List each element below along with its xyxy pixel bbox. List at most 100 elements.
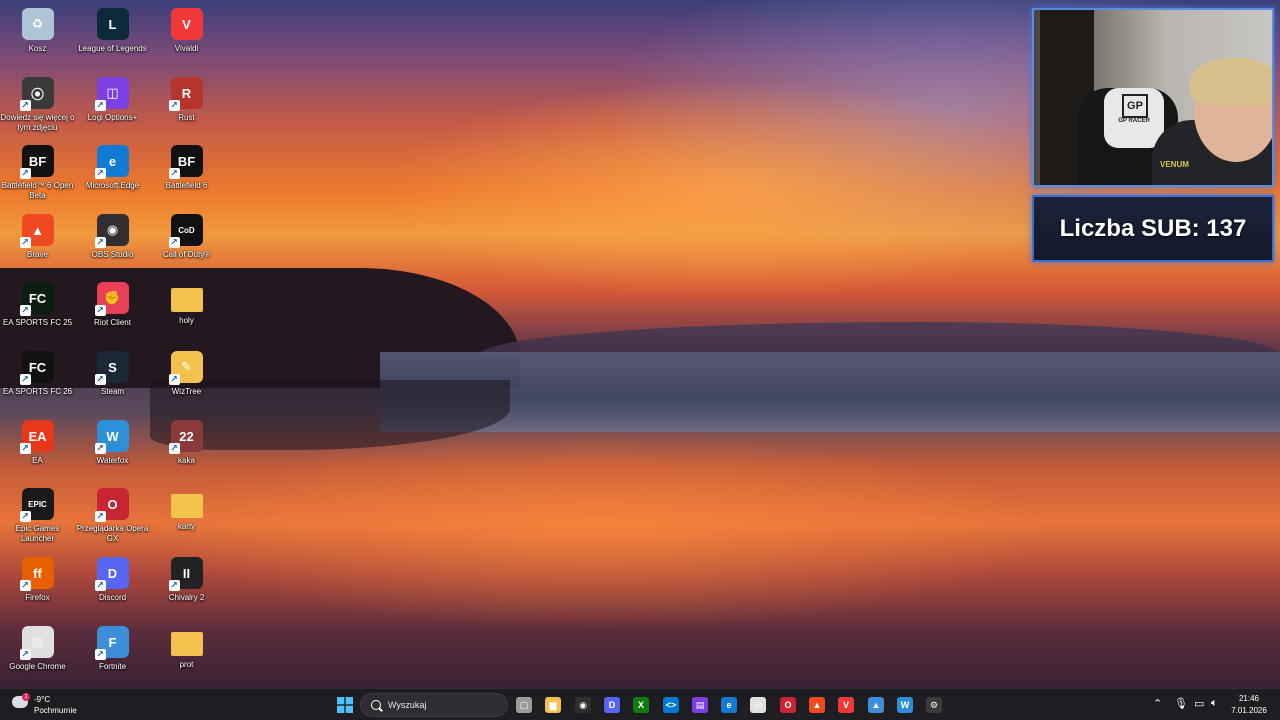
desktop-icon-ea-sports-fc-25[interactable]: FC ↗ EA SPORTS FC 25 — [0, 278, 75, 344]
desktop-icon-label: Call of Duty® — [162, 250, 211, 259]
desktop-icon-battlefield-6-open-beta[interactable]: BF ↗ Battlefield™ 6 Open Beta — [0, 141, 75, 207]
desktop-icon-label: Chivalry 2 — [168, 593, 205, 602]
shortcut-arrow-icon: ↗ — [94, 305, 106, 316]
photos-icon: ▲ — [868, 697, 884, 713]
taskbar-xbox-button[interactable]: X — [629, 693, 653, 717]
xbox-icon: X — [633, 697, 649, 713]
desktop-icon-label: Brave — [27, 250, 48, 259]
taskbar-app-settings-button[interactable]: ⚙ — [922, 693, 946, 717]
taskbar-file-explorer-button[interactable]: ▆ — [541, 693, 565, 717]
taskbar-task-view-button[interactable]: ▢ — [512, 693, 536, 717]
desktop-icon-discord[interactable]: D ↗ Discord — [75, 553, 150, 619]
taskbar-search[interactable]: Wyszukaj — [360, 693, 508, 717]
desktop-icon-microsoft-edge[interactable]: e ↗ Microsoft Edge — [75, 141, 150, 207]
desktop-icon-ea-sports-fc-26[interactable]: FC ↗ EA SPORTS FC 26 — [0, 347, 75, 413]
desktop-icon-label: Vivaldi — [174, 44, 199, 53]
desktop-icon-epic-games-launcher[interactable]: EPIC ↗ Epic Games Launcher — [0, 484, 75, 550]
desktop-icon-battlefield-6[interactable]: BF ↗ Battlefield 6 — [149, 141, 224, 207]
desktop-icon-ea[interactable]: EA ↗ EA — [0, 416, 75, 482]
waterfox-icon: W — [897, 697, 913, 713]
shortcut-arrow-icon: ↗ — [19, 443, 31, 454]
chevron-up-icon[interactable]: ⌃ — [1153, 697, 1162, 710]
desktop-icon-firefox[interactable]: ff ↗ Firefox — [0, 553, 75, 619]
microphone-icon[interactable]: 🎙︎ — [1174, 697, 1188, 710]
desktop-icon-label: League of Legends — [78, 44, 147, 53]
taskbar-app-purple-button[interactable]: ▤ — [688, 693, 712, 717]
desktop-icon-kaka[interactable]: 22 ↗ kaka — [149, 416, 224, 482]
desktop-icon-holy[interactable]: holy — [149, 278, 224, 344]
taskbar-clock[interactable]: 21:46 7.01.2026 — [1226, 693, 1272, 717]
desktop-icon-call-of-duty[interactable]: CoD ↗ Call of Duty® — [149, 210, 224, 276]
waterfox-icon: W ↗ — [94, 420, 129, 454]
battlefield-6-icon: BF ↗ — [168, 145, 203, 179]
fortnite-icon: F ↗ — [94, 626, 129, 660]
taskbar-obs-button[interactable]: ◉ — [571, 693, 595, 717]
file-explorer-icon: ▆ — [545, 697, 561, 713]
obs-icon: ◉ — [575, 697, 591, 713]
search-placeholder: Wyszukaj — [388, 700, 427, 710]
desktop-icon-google-chrome[interactable]: ◎ ↗ Google Chrome — [0, 622, 75, 688]
desktop-icon-league-of-legends[interactable]: L League of Legends — [75, 4, 150, 70]
taskbar-photos-button[interactable]: ▲ — [864, 693, 888, 717]
riot-client-icon: ✊ ↗ — [94, 282, 129, 316]
desktop-icon-steam[interactable]: S ↗ Steam — [75, 347, 150, 413]
desktop-icon-label: Logi Options+ — [87, 113, 138, 122]
kosz-icon: ♻ — [21, 8, 54, 40]
desktop-icon-label: holy — [179, 316, 194, 325]
obs-studio-icon: ◉ ↗ — [94, 214, 129, 248]
weather-badge: 1 — [22, 693, 30, 701]
brave-icon: ▲ — [809, 697, 825, 713]
clock-time: 21:46 — [1238, 694, 1260, 703]
shortcut-arrow-icon: ↗ — [19, 168, 31, 179]
taskbar-chrome-button[interactable]: ◎ — [746, 693, 770, 717]
desktop-icon-obs-studio[interactable]: ◉ ↗ OBS Studio — [75, 210, 150, 276]
desktop-icon-vivaldi[interactable]: V Vivaldi — [149, 4, 224, 70]
taskbar-edge-button[interactable]: e — [717, 693, 741, 717]
desktop-icon-wiztree[interactable]: ✎ ↗ WizTree — [149, 347, 224, 413]
taskbar-discord-button[interactable]: D — [600, 693, 624, 717]
weather-widget[interactable]: 1 -9°C Pochmurnie — [10, 692, 90, 718]
start-button[interactable] — [333, 693, 357, 717]
shortcut-arrow-icon: ↗ — [19, 580, 31, 591]
desktop-icon-label: Firefox — [25, 593, 50, 602]
vscode-icon: <> — [663, 697, 679, 713]
desktop-icon-karty[interactable]: karty — [149, 484, 224, 550]
desktop-icon-brave[interactable]: ▲ ↗ Brave — [0, 210, 75, 276]
ea-sports-fc-26-icon: FC ↗ — [19, 351, 54, 385]
shortcut-arrow-icon: ↗ — [168, 374, 180, 385]
vivaldi-icon: V — [838, 697, 854, 713]
desktop-icon-label: kaka — [178, 456, 195, 465]
shortcut-arrow-icon: ↗ — [19, 374, 31, 385]
desktop-icon-riot-client[interactable]: ✊ ↗ Riot Client — [75, 278, 150, 344]
shortcut-arrow-icon: ↗ — [168, 168, 180, 179]
battlefield-6-open-beta-icon: BF ↗ — [19, 145, 54, 179]
desktop-icon-rust[interactable]: R ↗ Rust — [149, 73, 224, 139]
google-chrome-icon: ◎ ↗ — [19, 626, 54, 660]
shortcut-arrow-icon: ↗ — [168, 237, 180, 248]
taskbar-waterfox-button[interactable]: W — [893, 693, 917, 717]
desktop-icon-fortnite[interactable]: F ↗ Fortnite — [75, 622, 150, 688]
subscriber-counter-text: Liczba SUB: 137 — [1059, 214, 1247, 242]
taskbar-vscode-button[interactable]: <> — [659, 693, 683, 717]
windows-logo-icon — [337, 697, 353, 713]
dowiedz-si-wi-cej-o-tym-zdj-ciu-icon: ⦿ ↗ — [19, 77, 54, 111]
desktop-icon-chivalry-2[interactable]: II ↗ Chivalry 2 — [149, 553, 224, 619]
league-of-legends-icon: L — [96, 8, 129, 40]
app-settings-icon: ⚙ — [926, 697, 942, 713]
taskbar-vivaldi-button[interactable]: V — [834, 693, 858, 717]
desktop-icon-logi-options[interactable]: ◫ ↗ Logi Options+ — [75, 73, 150, 139]
desktop-icon-label: EA — [32, 456, 43, 465]
wallpaper-sunset-reflection — [150, 430, 1050, 630]
desktop-icon-waterfox[interactable]: W ↗ Waterfox — [75, 416, 150, 482]
taskbar-brave-button[interactable]: ▲ — [805, 693, 829, 717]
shortcut-arrow-icon: ↗ — [19, 100, 31, 111]
desktop-icon-prot[interactable]: prot — [149, 622, 224, 688]
desktop-icon-dowiedz-si-wi-cej-o-tym-zdj-ciu[interactable]: ⦿ ↗ Dowiedz się więcej o tym zdjęciu — [0, 73, 75, 139]
volume-icon[interactable]: 🔈︎ — [1211, 697, 1218, 710]
network-icon[interactable]: ▭ — [1194, 697, 1204, 710]
prot-icon — [170, 632, 203, 656]
desktop-icon-przegl-darka-opera-gx[interactable]: O ↗ Przeglądarka Opera GX — [75, 484, 150, 550]
taskbar-opera-gx-button[interactable]: O — [776, 693, 800, 717]
desktop-icon-label: EA SPORTS FC 26 — [2, 387, 73, 396]
desktop-icon-kosz[interactable]: ♻ Kosz — [0, 4, 75, 70]
